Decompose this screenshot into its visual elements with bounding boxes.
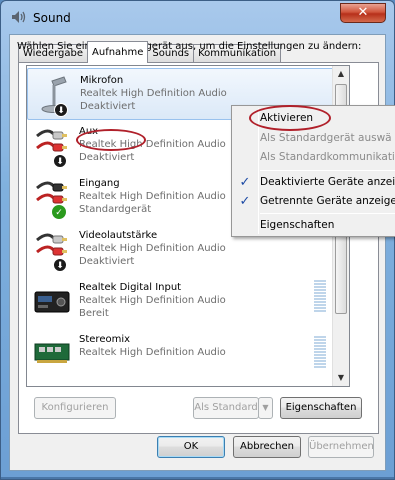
level-meter-bar xyxy=(314,292,326,294)
device-driver: Realtek High Definition Audio xyxy=(80,88,227,99)
device-status: Deaktiviert xyxy=(79,152,135,163)
annotation-oval-status xyxy=(76,129,146,151)
menu-item-set-default-device: Als Standardgerät auswä xyxy=(260,132,392,144)
title-bar[interactable]: Sound ✕ xyxy=(1,1,394,33)
level-meter-bar xyxy=(314,307,326,309)
level-meter-bar xyxy=(314,357,326,359)
device-driver: Realtek High Definition Audio xyxy=(79,295,226,306)
device-status: Standardgerät xyxy=(79,204,152,215)
level-meter-bar xyxy=(314,342,326,344)
cancel-button[interactable]: Abbrechen xyxy=(233,436,301,458)
digital-input-device-icon xyxy=(33,282,71,322)
device-item-realtek-digital-input[interactable]: Realtek Digital Input Realtek High Defin… xyxy=(27,276,334,328)
menu-item-set-default-communication: Als Standardkommunikati xyxy=(260,151,395,163)
device-driver: Realtek High Definition Audio xyxy=(79,347,226,358)
level-meter-bar xyxy=(314,301,326,303)
apply-button[interactable]: Übernehmen xyxy=(308,436,374,458)
level-meter-bar xyxy=(314,304,326,306)
device-item-stereomix[interactable]: Stereomix Realtek High Definition Audio xyxy=(27,328,334,380)
level-meter-bar xyxy=(314,283,326,285)
window-title: Sound xyxy=(33,11,71,25)
level-meter-bar xyxy=(314,363,326,365)
level-meter-bar xyxy=(314,348,326,350)
level-meter-bar xyxy=(314,366,326,368)
level-meter-bar xyxy=(314,295,326,297)
level-meter-bar xyxy=(314,310,326,312)
device-status: Deaktiviert xyxy=(80,101,136,112)
level-meter-bar xyxy=(314,339,326,341)
level-meter-bar xyxy=(314,351,326,353)
window-bottom-edge xyxy=(1,477,394,479)
level-meter-bar xyxy=(314,336,326,338)
device-name: Realtek Digital Input xyxy=(79,282,182,293)
level-meter-bar xyxy=(314,345,326,347)
ok-button[interactable]: OK xyxy=(157,436,225,458)
menu-icon-gutter xyxy=(258,108,259,234)
scroll-down-arrow-icon[interactable]: ▼ xyxy=(333,370,349,386)
menu-separator xyxy=(260,213,395,214)
device-status: Deaktiviert xyxy=(79,256,135,267)
speaker-icon xyxy=(11,10,27,24)
disabled-down-arrow-icon: ⬇ xyxy=(53,154,67,168)
close-button[interactable]: ✕ xyxy=(340,3,386,23)
tab-aufnahme[interactable]: Aufnahme xyxy=(87,41,149,63)
scroll-up-arrow-icon[interactable]: ▲ xyxy=(333,66,349,82)
device-status: Bereit xyxy=(79,308,109,319)
disabled-down-arrow-icon: ⬇ xyxy=(54,103,68,117)
sound-dialog-window: Sound ✕ Wiedergabe Aufnahme Sounds Kommu… xyxy=(0,0,395,480)
menu-item-properties[interactable]: Eigenschaften xyxy=(260,219,334,231)
level-meter-bar xyxy=(314,280,326,282)
annotation-oval-activate xyxy=(249,105,331,131)
level-meter-bar xyxy=(314,298,326,300)
level-meter-bar xyxy=(314,360,326,362)
sound-card-icon xyxy=(33,334,71,374)
checkmark-icon: ✓ xyxy=(239,175,251,190)
level-meter-bar xyxy=(314,354,326,356)
disabled-down-arrow-icon: ⬇ xyxy=(53,258,67,272)
level-meter-bar xyxy=(314,286,326,288)
default-check-icon: ✓ xyxy=(51,204,67,220)
chevron-down-icon[interactable]: ▼ xyxy=(258,397,273,419)
close-icon: ✕ xyxy=(357,5,369,20)
instruction-text: Wählen Sie ein Aufnahmegerät aus, um die… xyxy=(17,41,362,52)
device-name: Stereomix xyxy=(79,334,131,345)
device-driver: Realtek High Definition Audio xyxy=(79,243,226,254)
menu-item-show-disabled-devices[interactable]: Deaktivierte Geräte anzeig xyxy=(260,176,395,188)
checkmark-icon: ✓ xyxy=(239,194,251,209)
device-driver: Realtek High Definition Audio xyxy=(79,191,226,202)
level-meter-bar xyxy=(314,289,326,291)
properties-button[interactable]: Eigenschaften xyxy=(280,397,362,419)
menu-item-show-disconnected-devices[interactable]: Getrennte Geräte anzeige xyxy=(260,195,395,207)
configure-button[interactable]: Konfigurieren xyxy=(34,397,116,419)
device-name: Mikrofon xyxy=(80,75,124,86)
level-meter xyxy=(314,280,326,312)
level-meter xyxy=(314,336,326,368)
menu-separator xyxy=(260,170,395,171)
set-default-split-button[interactable]: Als Standard ▼ xyxy=(193,397,273,419)
set-default-button[interactable]: Als Standard xyxy=(193,397,259,419)
device-name: Videolautstärke xyxy=(79,230,158,241)
device-name: Eingang xyxy=(79,178,120,189)
